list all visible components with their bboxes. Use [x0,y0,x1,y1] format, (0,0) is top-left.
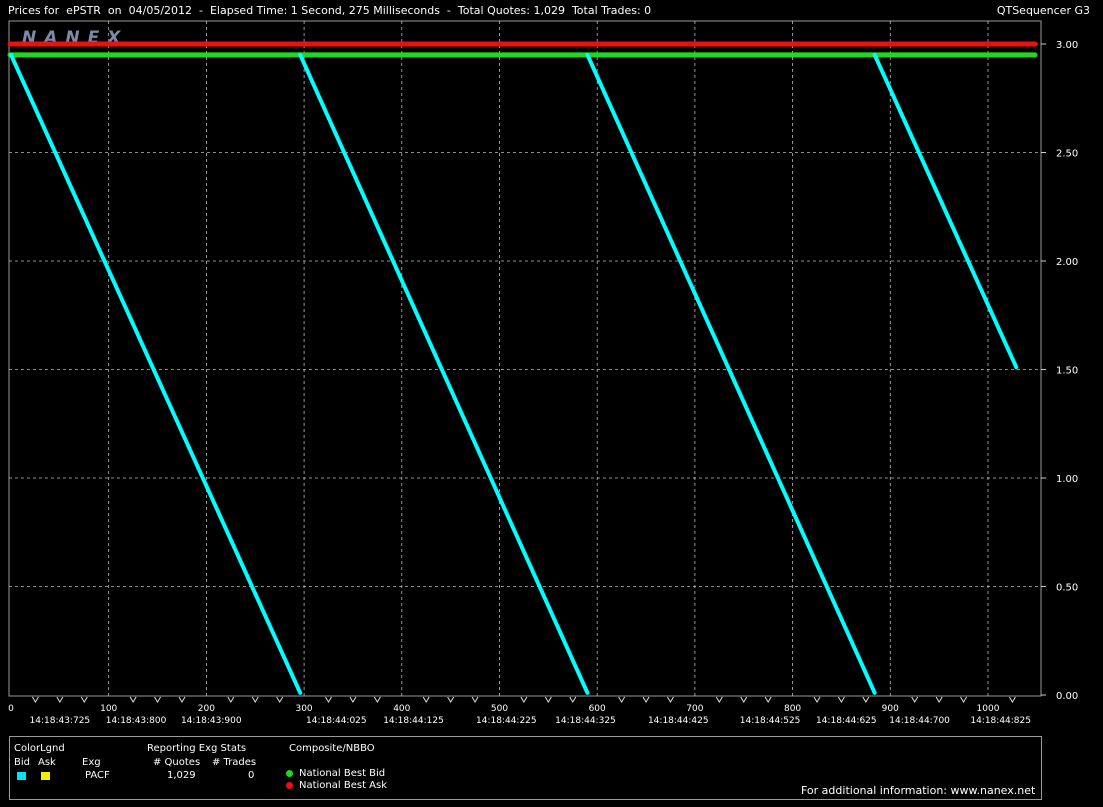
x-minor-tick [154,696,161,703]
plot-background [8,20,1042,697]
x-tick-label: 0 [8,704,14,714]
x-minor-tick [813,696,821,703]
x-minor-tick [471,696,479,703]
x-minor-tick [80,696,88,703]
x-minor-tick [56,696,64,703]
x-minor-tick [715,696,723,703]
x-tick-label: 700 [686,704,703,714]
time-label: 14:18:44:225 [476,716,537,726]
additional-info-link[interactable]: For additional information: www.nanex.ne… [801,784,1035,797]
x-tick-label: 400 [393,704,410,714]
bid-label: Bid [14,757,30,768]
x-tick-label: 200 [198,704,215,714]
quotes-value: 1,029 [167,770,196,781]
x-minor-tick [544,696,552,703]
x-axis: 0 100 200 300 400 500 600 700 800 900 1000 14:18:43… [8,696,1031,726]
x-tick-label: 500 [491,704,508,714]
exg-value: PACF [85,770,110,781]
x-minor-tick [862,696,870,703]
x-minor-tick [911,696,919,703]
x-tick-label: 800 [784,704,801,714]
bid-color-swatch [17,772,26,780]
stats-title: Reporting Exg Stats [147,743,247,754]
composite-title: Composite/NBBO [289,743,375,754]
y-tick-label: 3.00 [1056,40,1078,51]
color-legend-label: ColorLgnd [14,743,65,754]
y-tick-label: 1.00 [1056,474,1078,485]
time-label: 14:18:44:525 [740,716,801,726]
x-minor-tick [960,696,967,703]
trades-value: 0 [248,770,255,781]
x-tick-label: 600 [589,704,606,714]
x-minor-tick [178,696,186,703]
time-label: 14:18:44:425 [648,716,709,726]
time-label: 14:18:44:025 [306,716,367,726]
x-minor-tick [520,696,528,703]
y-tick-label: 1.50 [1056,366,1078,377]
x-tick-label: 900 [882,704,899,714]
exg-column-header: Exg [82,757,101,768]
y-tick-label: 2.50 [1056,149,1078,160]
x-minor-tick [129,696,137,703]
x-minor-tick [276,696,284,703]
y-tick-label: 0.50 [1056,583,1078,594]
x-minor-tick [349,696,357,703]
ask-color-swatch [41,772,50,780]
trades-column-header: # Trades [212,757,257,768]
time-label: 14:18:44:700 [889,716,950,726]
x-minor-tick [642,696,650,703]
x-minor-tick [31,696,39,703]
x-minor-tick [422,696,430,703]
x-minor-tick [764,696,772,703]
x-minor-tick [838,696,845,703]
y-tick-label: 2.00 [1056,257,1078,268]
x-tick-label: 300 [295,704,312,714]
time-label: 14:18:44:625 [816,716,877,726]
x-minor-tick [569,696,577,703]
x-minor-tick [447,696,455,703]
national-best-bid-label: National Best Bid [299,768,386,779]
x-minor-tick [1008,696,1016,703]
price-chart: NANEX 0.000.501.001.502.002.503.00 0 100 2… [7,20,1078,726]
time-label: 14:18:43:900 [181,716,242,726]
national-best-bid-dot [286,770,293,777]
x-minor-tick [251,696,259,703]
national-best-ask-label: National Best Ask [299,780,388,791]
x-minor-tick [373,696,381,703]
x-tick-label: 100 [100,704,117,714]
time-label: 14:18:44:125 [383,716,444,726]
x-minor-tick [935,696,943,703]
national-best-ask-dot [286,782,293,789]
x-minor-tick [667,696,674,703]
time-label: 14:18:44:825 [970,716,1031,726]
y-tick-label: 0.00 [1056,691,1078,702]
y-axis: 0.00 0.50 1.00 1.50 2.00 2.50 3.00 [1041,40,1078,702]
time-label: 14:18:43:800 [106,716,167,726]
time-label: 14:18:44:325 [555,716,616,726]
x-minor-tick [740,696,748,703]
ask-label: Ask [38,757,56,768]
time-label: 14:18:43:725 [30,716,91,726]
legend-panel: ColorLgnd Bid Ask Exg PACF Reporting Exg… [9,736,1042,800]
x-tick-label: 1000 [977,704,1000,714]
x-minor-tick [618,696,626,703]
quotes-column-header: # Quotes [153,757,201,768]
x-minor-tick [227,696,235,703]
x-minor-tick [325,696,332,703]
